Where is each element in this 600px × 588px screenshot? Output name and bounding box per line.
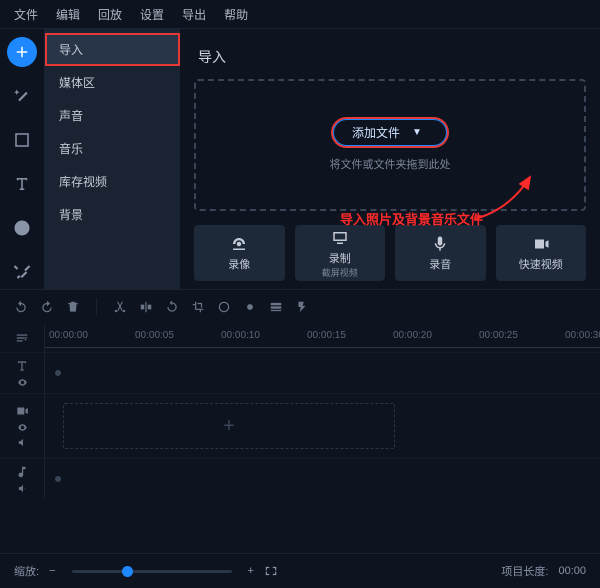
ruler-tick: 00:00:05 xyxy=(135,330,174,341)
menu-file[interactable]: 文件 xyxy=(6,2,46,27)
action-label: 快速视频 xyxy=(519,256,563,272)
crop-icon[interactable] xyxy=(191,300,205,314)
sidebar-item-sound[interactable]: 声音 xyxy=(45,99,180,132)
zoom-knob[interactable] xyxy=(122,566,133,577)
ruler-tick: 00:00:00 xyxy=(49,330,88,341)
eye-icon[interactable] xyxy=(17,377,28,388)
action-record-audio[interactable]: 录音 xyxy=(395,225,486,281)
undo-icon[interactable] xyxy=(14,300,28,314)
marker-icon[interactable] xyxy=(295,300,309,314)
track-head-add[interactable] xyxy=(0,324,45,352)
camera-icon xyxy=(230,235,248,253)
ruler-tick: 00:00:25 xyxy=(479,330,518,341)
track-video[interactable]: + xyxy=(45,394,600,458)
zoom-label: 缩放: xyxy=(14,563,39,579)
sidebar-item-background[interactable]: 背景 xyxy=(45,198,180,231)
tool-text[interactable] xyxy=(7,169,37,199)
menu-export[interactable]: 导出 xyxy=(174,2,214,27)
sidebar-item-stock[interactable]: 库存视频 xyxy=(45,165,180,198)
ruler-tick: 00:00:10 xyxy=(221,330,260,341)
menu-edit[interactable]: 编辑 xyxy=(48,2,88,27)
sidebar-item-music[interactable]: 音乐 xyxy=(45,132,180,165)
tool-crop[interactable] xyxy=(7,125,37,155)
screen-icon xyxy=(331,229,349,247)
sidebar-item-import[interactable]: 导入 xyxy=(45,33,180,66)
ruler-tick: 00:00:30 xyxy=(565,330,600,341)
project-length-label: 项目长度: xyxy=(501,563,548,579)
tool-tools[interactable] xyxy=(7,257,37,287)
drop-hint: 将文件或文件夹拖到此处 xyxy=(330,156,451,172)
timeline-toolbar xyxy=(0,290,600,324)
record-icon[interactable] xyxy=(243,300,257,314)
tool-time[interactable] xyxy=(7,213,37,243)
zoom-in-icon[interactable]: + xyxy=(248,565,254,577)
track-head-audio[interactable] xyxy=(0,459,45,499)
add-file-label: 添加文件 xyxy=(352,124,400,141)
color-icon[interactable] xyxy=(217,300,231,314)
action-strip: 录像 录制 截屏视频 录音 快速视频 xyxy=(194,225,586,281)
sidebar-item-media[interactable]: 媒体区 xyxy=(45,66,180,99)
dropzone[interactable]: 添加文件 ▼ 将文件或文件夹拖到此处 xyxy=(194,79,586,211)
redo-icon[interactable] xyxy=(40,300,54,314)
delete-icon[interactable] xyxy=(66,300,80,314)
rotate-icon[interactable] xyxy=(165,300,179,314)
add-file-button[interactable]: 添加文件 ▼ xyxy=(333,119,447,146)
speaker-icon[interactable] xyxy=(17,437,28,448)
action-label: 录像 xyxy=(228,256,250,272)
track-text[interactable] xyxy=(45,353,600,393)
action-record-screen[interactable]: 录制 截屏视频 xyxy=(295,225,386,281)
tool-add[interactable] xyxy=(7,37,37,67)
action-quick-video[interactable]: 快速视频 xyxy=(496,225,587,281)
zoom-fit-icon[interactable] xyxy=(264,564,278,578)
chevron-down-icon: ▼ xyxy=(412,127,422,138)
menu-settings[interactable]: 设置 xyxy=(132,2,172,27)
track-head-video[interactable] xyxy=(0,394,45,458)
menu-help[interactable]: 帮助 xyxy=(216,2,256,27)
action-label: 录音 xyxy=(429,256,451,272)
music-icon xyxy=(15,465,29,479)
main-title: 导入 xyxy=(198,47,586,67)
time-ruler[interactable]: 00:00:00 00:00:05 00:00:10 00:00:15 00:0… xyxy=(45,324,600,352)
ruler-tick: 00:00:15 xyxy=(307,330,346,341)
video-icon xyxy=(15,404,29,418)
action-record-video[interactable]: 录像 xyxy=(194,225,285,281)
sidebar: 导入 媒体区 声音 音乐 库存视频 背景 xyxy=(45,29,180,289)
mic-icon xyxy=(431,235,449,253)
timeline: 00:00:00 00:00:05 00:00:10 00:00:15 00:0… xyxy=(0,289,600,553)
left-toolbar xyxy=(0,29,45,289)
cut-icon[interactable] xyxy=(113,300,127,314)
speaker-icon[interactable] xyxy=(17,483,28,494)
zoom-slider[interactable] xyxy=(72,570,232,573)
quick-icon xyxy=(532,235,550,253)
tool-magic[interactable] xyxy=(7,81,37,111)
project-length-value: 00:00 xyxy=(558,565,586,577)
footer: 缩放: − + 项目长度: 00:00 xyxy=(0,553,600,588)
track-head-text[interactable] xyxy=(0,353,45,393)
split-icon[interactable] xyxy=(139,300,153,314)
add-track-icon xyxy=(15,331,29,345)
menu-playback[interactable]: 回放 xyxy=(90,2,130,27)
eye-icon[interactable] xyxy=(17,422,28,433)
track-audio[interactable] xyxy=(45,459,600,499)
text-icon xyxy=(15,359,29,373)
empty-clip-slot[interactable]: + xyxy=(63,403,395,449)
action-label: 录制 xyxy=(329,250,351,266)
menubar: 文件 编辑 回放 设置 导出 帮助 xyxy=(0,0,600,29)
main-panel: 导入 添加文件 ▼ 将文件或文件夹拖到此处 导入照片及背景音乐文件 录像 录制 … xyxy=(180,29,600,289)
action-sublabel: 截屏视频 xyxy=(322,269,358,278)
zoom-out-icon[interactable]: − xyxy=(49,565,55,577)
properties-icon[interactable] xyxy=(269,300,283,314)
ruler-tick: 00:00:20 xyxy=(393,330,432,341)
